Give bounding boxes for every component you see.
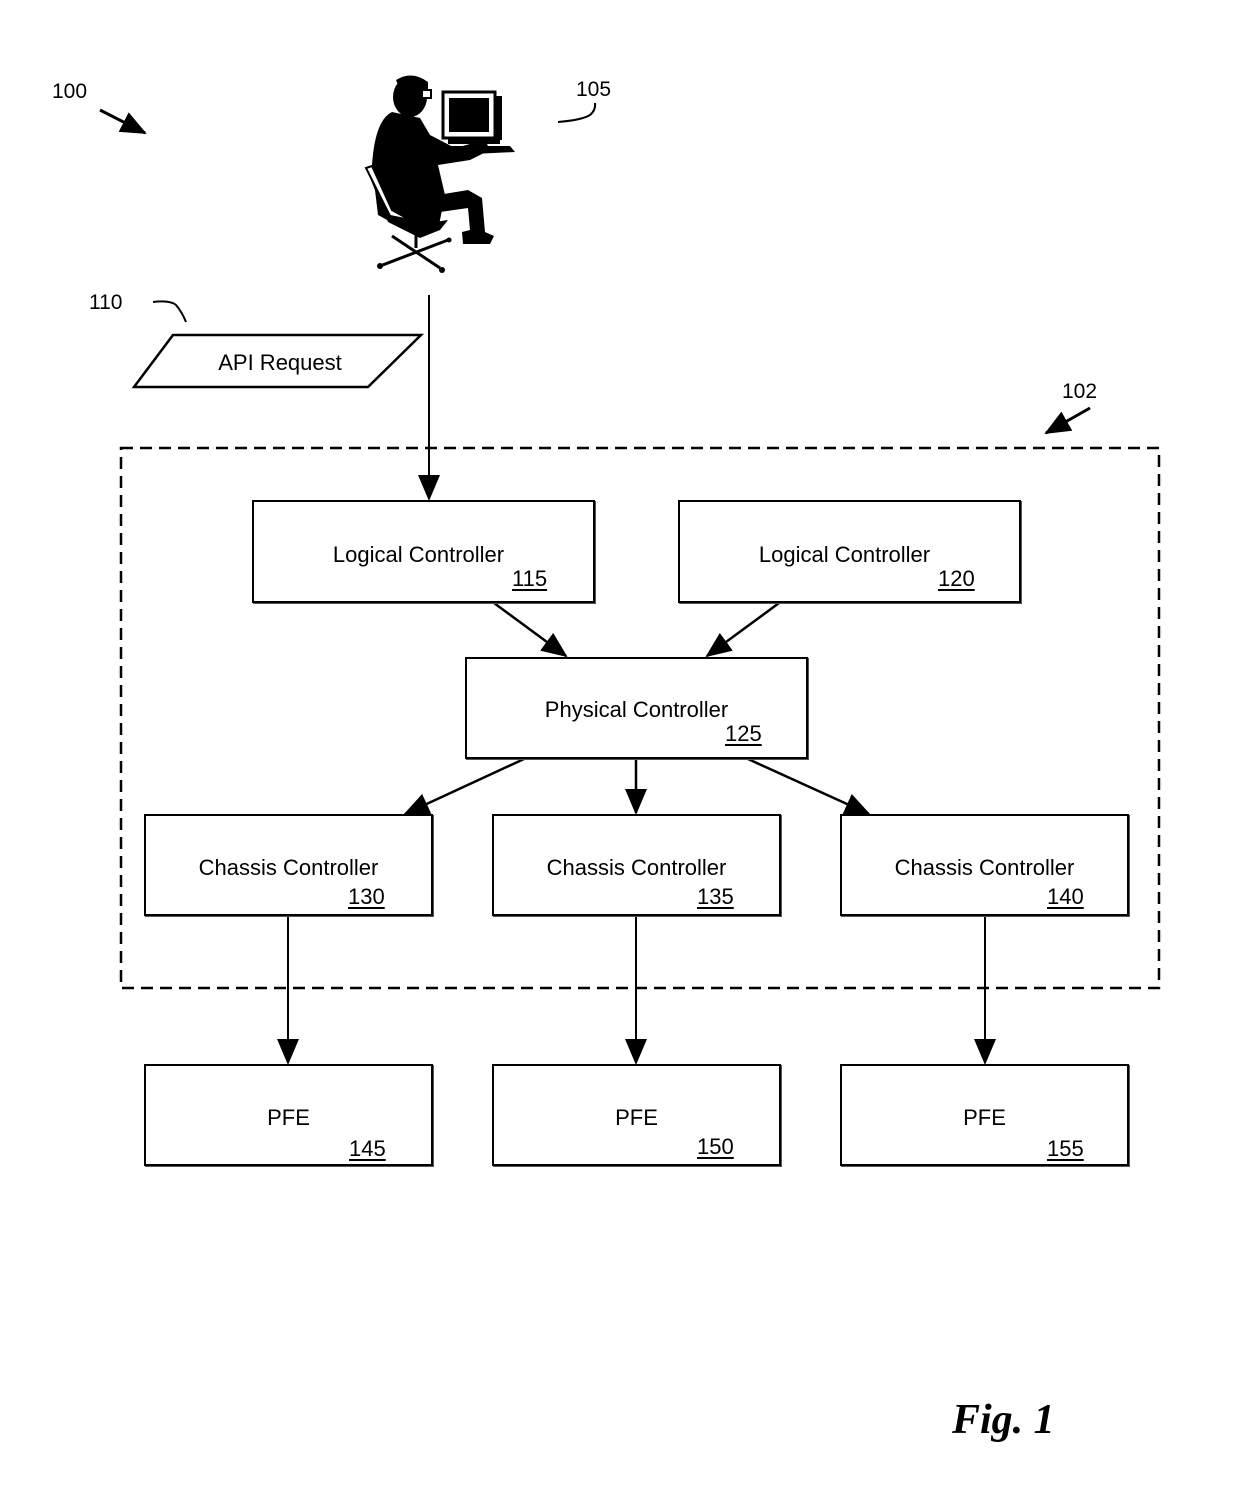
box-title: PFE <box>267 1105 310 1130</box>
box-title: Logical Controller <box>332 542 505 567</box>
api-request-ref-label: 110 <box>89 291 123 314</box>
pfe-150[interactable]: PFE 150 <box>492 1064 781 1166</box>
pfe-145[interactable]: PFE 145 <box>144 1064 433 1166</box>
person-at-computer-icon <box>364 75 515 273</box>
ref-100-arrow <box>99 108 147 135</box>
logical-controller-115[interactable]: Logical Controller 115 <box>252 500 595 603</box>
box-ref: 130 <box>348 884 385 909</box>
chassis-controller-135[interactable]: Chassis Controller 135 <box>492 814 781 916</box>
box-ref: 145 <box>349 1136 386 1161</box>
box-title: PFE <box>963 1105 1006 1130</box>
box-ref: 150 <box>697 1134 734 1159</box>
physical-controller-125[interactable]: Physical Controller 125 <box>465 657 808 759</box>
ref-102-arrow <box>1044 406 1091 435</box>
box-title: PFE <box>615 1105 658 1130</box>
ref-110-leader <box>152 300 187 323</box>
logical-controller-120[interactable]: Logical Controller 120 <box>678 500 1021 603</box>
arrow-pc125-to-cc140 <box>747 757 871 816</box>
box-ref: 135 <box>697 884 734 909</box>
box-ref: 120 <box>938 566 975 591</box>
figure-label: Fig. 1 <box>952 1397 1055 1443</box>
arrow-lc120-to-pc125 <box>705 601 780 658</box>
box-title: Chassis Controller <box>198 855 379 880</box>
user-ref-label: 105 <box>576 78 612 101</box>
box-ref: 155 <box>1047 1136 1084 1161</box>
box-title: Physical Controller <box>544 697 729 722</box>
box-ref: 125 <box>725 721 762 746</box>
box-title: Logical Controller <box>758 542 931 567</box>
api-request-label: API Request <box>218 350 342 375</box>
arrow-pc125-to-cc130 <box>403 757 525 816</box>
box-ref: 115 <box>512 566 548 591</box>
ref-105-leader <box>557 102 597 123</box>
system-ref-label: 100 <box>52 80 88 103</box>
arrow-lc115-to-pc125 <box>493 601 568 658</box>
box-title: Chassis Controller <box>546 855 727 880</box>
box-ref: 140 <box>1047 884 1084 909</box>
cluster-ref-label: 102 <box>1062 380 1098 403</box>
chassis-controller-140[interactable]: Chassis Controller 140 <box>840 814 1129 916</box>
box-title: Chassis Controller <box>894 855 1075 880</box>
pfe-155[interactable]: PFE 155 <box>840 1064 1129 1166</box>
chassis-controller-130[interactable]: Chassis Controller 130 <box>144 814 433 916</box>
